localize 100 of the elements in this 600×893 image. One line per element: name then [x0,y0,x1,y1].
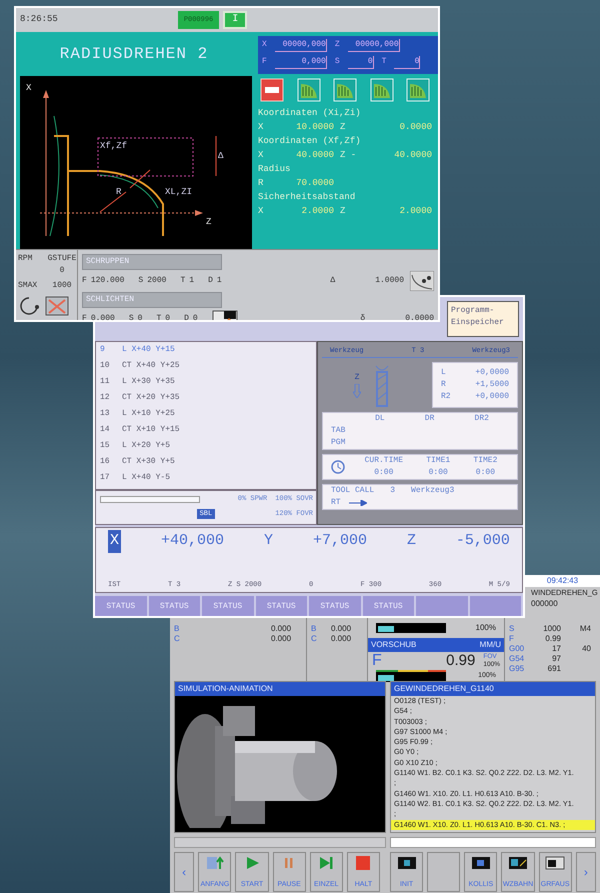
drawing-label: Z [206,217,212,227]
field-value: 0.0000 [405,313,434,320]
time-value: 0:00 [428,466,449,478]
program-line[interactable]: 12 CT X+20 Y+35 [96,390,316,406]
program-number: 000000 [530,598,559,610]
axis-label: C [311,634,318,644]
program-line[interactable]: 10 CT X+40 Y+25 [96,358,316,374]
axis-value: -5,000 [456,531,510,551]
column-label: DR [424,412,434,424]
parameter-label: Z [340,121,346,134]
parameter-label: X [258,205,264,218]
gear-value: 0 [58,265,66,277]
parameter-value: 0.0000 [398,121,432,134]
tool-label: R2 [441,390,451,402]
header-text: VORSCHUB [371,639,416,651]
speed-value: 1000 [51,280,73,292]
parameter-label: Z [340,205,346,218]
drawing-label: Δ [218,151,224,161]
modal-code: G95 [509,664,526,674]
modal-value: 0.99 [544,634,561,644]
axis-value: +40,000 [160,531,224,551]
parameter-heading: Sicherheitsabstand [257,191,356,204]
axis-label: T [382,56,386,68]
section-title: SCHRUPPEN [82,254,222,270]
time-value: 0:00 [373,466,394,478]
field-label: F [82,275,87,287]
program-line[interactable]: 14 CT X+10 Y+15 [96,422,316,438]
clock-time: 09:42:43 [525,575,600,587]
field-value: 1 [216,275,222,287]
parameter-heading: Koordinaten (Xf,Zf) [257,135,362,148]
parameter-heading: Koordinaten (Xi,Zi) [257,107,362,120]
axis-value: 0.000 [331,634,352,644]
parameter-value: 40.0000 [295,149,334,162]
axis-value: 0 [348,56,374,69]
tool-value: +1,5000 [475,378,509,390]
tool-icon [44,295,70,317]
time-value: 0:00 [474,466,496,478]
field-label: T [180,275,186,287]
parameter-label: R [258,177,264,190]
arrow-icon [348,500,367,506]
axis-label: Z [406,531,416,551]
field-label: δ [360,313,366,320]
modal-value: 97 [551,654,561,664]
tool-label: R [441,378,446,390]
modal-code: G00 [509,644,526,654]
parameter-value: 40.0000 [393,149,432,162]
field-value: 1 [189,275,194,287]
parameter-value: 70.0000 [295,177,334,190]
screen-icon [545,856,566,870]
field-value: 2000 [147,275,166,287]
feed-value: 0.99 [446,650,476,671]
down-arrow-icon [353,384,361,398]
modal-value: 40 [581,644,591,654]
field-label: D [208,275,213,287]
column-label: DL [375,412,385,424]
field-value: 120.000 [90,275,124,287]
time-label: TIME1 [426,454,450,466]
program-line[interactable]: 16 CT X+30 Y+5 [96,454,316,470]
program-line[interactable]: 9 L X+40 Y+15 [96,342,316,358]
feed-bar [376,670,446,682]
clock-time: 8:26:55 [20,13,58,26]
tool-call-text: Werkzeug3 [411,484,454,496]
modal-code: G54 [509,654,526,664]
parameter-heading: Radius [257,163,292,176]
axis-label: X [108,530,122,552]
modal-code: S [509,624,516,634]
axis-label: X [262,39,267,51]
modal-code: F [509,634,515,644]
input-field[interactable] [390,837,596,848]
field-label: Δ [330,275,336,287]
header-text: MM/U [480,639,501,651]
axis-value: 00000,000 [274,39,327,52]
modal-value: 691 [546,664,561,674]
axis-label: C [174,634,181,644]
axis-value: 0 [394,56,420,69]
tool-label: L [441,366,446,378]
row-label: TAB [331,424,346,436]
field-label: F [82,313,87,320]
parameter-label: X [258,121,264,134]
modal-value: 17 [551,644,561,654]
modal-value: 1000 [542,624,561,634]
program-line[interactable]: 15 L X+20 Y+5 [96,438,316,454]
program-line[interactable]: 17 L X+40 Y-5 [96,470,316,486]
program-line[interactable]: 11 L X+30 Y+35 [96,374,316,390]
program-load-button[interactable]: Programm-Einspeicher [447,301,519,337]
feed-label: F [372,651,382,671]
field-value: 0 [165,313,170,320]
clock-icon [331,460,345,474]
field-label: S [138,275,144,287]
axis-label: B [174,624,180,634]
drawing-label: X [26,83,32,93]
row-label: PGM [331,436,346,448]
panel-title: SIMULATION-ANIMATION [175,682,385,696]
tool-path-icon [410,271,434,291]
screen-icon [396,856,417,870]
program-line[interactable]: 13 L X+10 Y+25 [96,406,316,422]
axis-value: 00000,000 [348,39,400,52]
parameter-value: 2.0000 [398,205,432,218]
parameter-value: 2.0000 [300,205,334,218]
field-label: D [184,313,189,320]
